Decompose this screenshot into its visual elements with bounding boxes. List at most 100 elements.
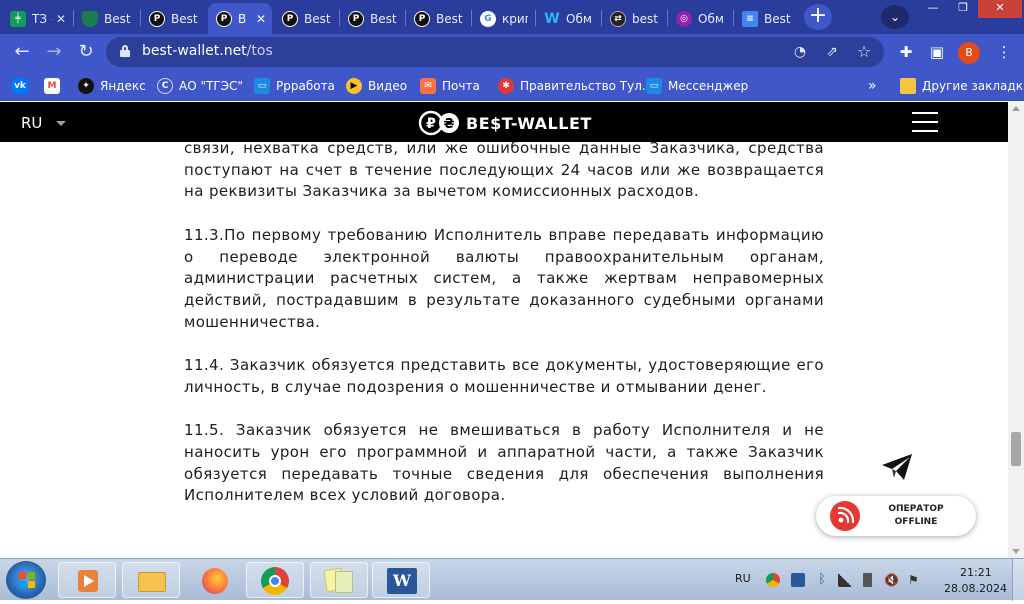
word-icon[interactable]: W	[372, 562, 430, 598]
battery-icon[interactable]	[863, 573, 872, 587]
other-bookmarks[interactable]: Другие закладки	[900, 76, 1024, 96]
bookmark-vk[interactable]: vk	[12, 76, 34, 96]
google-icon: G	[480, 10, 496, 27]
tab-title: Best	[171, 11, 198, 26]
share-icon[interactable]: ⇗	[822, 42, 842, 62]
logo-text: BE$T-WALLET	[466, 113, 592, 133]
bookmark-label: Ррработа	[276, 79, 335, 93]
app-tray-icon[interactable]	[791, 573, 805, 587]
tab-google[interactable]: G криг	[472, 3, 534, 34]
broadcast-icon	[830, 501, 860, 531]
tab-best-docs[interactable]: ≡ Best	[734, 3, 798, 34]
scroll-up-icon[interactable]	[1012, 106, 1020, 111]
bookmark-rabota[interactable]: ▭ Ррработа	[254, 76, 335, 96]
speed-icon[interactable]: ◔	[790, 42, 810, 62]
bookmark-video[interactable]: ▶ Видео	[346, 76, 407, 96]
shield-icon	[82, 10, 98, 27]
telegram-plane-icon[interactable]	[880, 452, 914, 482]
input-language[interactable]: RU	[735, 572, 751, 585]
firefox-icon[interactable]	[186, 562, 244, 598]
bookmark-tges[interactable]: C АО "ТГЭС"	[157, 76, 243, 96]
mail-icon: ✉	[420, 78, 436, 94]
menu-icon[interactable]: ⋮	[994, 42, 1014, 62]
network-signal-icon[interactable]	[838, 573, 852, 587]
tab-best-6[interactable]: ⇄ best	[602, 3, 666, 34]
bookmark-gmail[interactable]: M	[44, 76, 66, 96]
minimize-button[interactable]: —	[918, 0, 948, 18]
volume-muted-icon[interactable]: 🔇	[884, 573, 899, 587]
bookmark-label: Другие закладки	[922, 79, 1024, 93]
hamburger-menu-icon[interactable]	[912, 112, 938, 132]
close-icon[interactable]: ✕	[56, 12, 66, 26]
forward-button[interactable]: →	[42, 40, 66, 64]
bookmark-label: Мессенджер	[668, 79, 749, 93]
lock-icon[interactable]	[120, 45, 130, 57]
play-icon: ▶	[346, 78, 362, 94]
tab-obm-2[interactable]: ◎ Обм	[668, 3, 732, 34]
reload-button[interactable]: ↻	[74, 40, 98, 64]
bookmark-pochta[interactable]: ✉ Почта	[420, 76, 480, 96]
bestwallet-icon: P	[216, 10, 232, 27]
tab-best-3[interactable]: P Best	[274, 3, 338, 34]
bookmark-gov[interactable]: ✱ Правительство Тул...	[498, 76, 653, 96]
yandex-icon: ✦	[78, 78, 94, 94]
operator-chat-widget[interactable]: ОПЕРАТОР OFFLINE	[816, 496, 976, 536]
bookmark-yandex[interactable]: ✦ Яндекс	[78, 76, 146, 96]
address-toolbar: ← → ↻ best-wallet.net/tos ◔ ⇗ ☆ ✚ ▣ B ⋮	[0, 34, 1024, 70]
notes-icon[interactable]	[310, 562, 368, 598]
language-selector[interactable]: RU	[21, 114, 42, 132]
tab-search-button[interactable]: ⌄	[881, 5, 909, 29]
tab-title: криг	[502, 11, 528, 26]
terms-document: связи, нехватка средств, или же ошибочны…	[184, 142, 824, 529]
action-center-flag-icon[interactable]: ⚑	[908, 573, 922, 587]
media-player-icon[interactable]	[58, 562, 116, 598]
start-button[interactable]	[6, 561, 46, 599]
address-bar[interactable]: best-wallet.net/tos ◔ ⇗ ☆	[106, 37, 884, 67]
bookmark-messenger[interactable]: ▭ Мессенджер	[646, 76, 748, 96]
show-desktop-button[interactable]	[1012, 559, 1024, 601]
bestwallet-icon: P	[414, 10, 430, 27]
tab-title: ТЗ –	[32, 11, 52, 26]
back-button[interactable]: ←	[10, 40, 34, 64]
file-explorer-icon[interactable]	[122, 562, 180, 598]
tab-best-4[interactable]: P Best	[340, 3, 404, 34]
clock-date[interactable]: 28.08.2024	[944, 582, 1007, 595]
restore-button[interactable]: ❐	[948, 0, 978, 18]
scroll-down-icon[interactable]	[1012, 549, 1020, 554]
scroll-thumb[interactable]	[1011, 432, 1021, 466]
tab-title: B	[238, 11, 247, 26]
tab-tz[interactable]: ╪ ТЗ – ✕	[2, 3, 72, 34]
tab-obm-1[interactable]: W Обм	[536, 3, 600, 34]
close-icon[interactable]: ✕	[256, 12, 266, 26]
bestwallet-logo-icon: ₽ ₴	[418, 110, 464, 136]
tab-title: Обм	[698, 11, 724, 26]
paragraph: 11.4. Заказчик обязуется представить все…	[184, 356, 824, 396]
tges-icon: C	[157, 78, 173, 94]
tab-best-2[interactable]: P Best	[141, 3, 207, 34]
bookmark-star-icon[interactable]: ☆	[854, 42, 874, 62]
docs-icon: ≡	[742, 10, 758, 27]
site-logo[interactable]: ₽ ₴ BE$T-WALLET	[418, 110, 592, 136]
paragraph: связи, нехватка средств, или же ошибочны…	[184, 142, 824, 201]
chevron-down-icon[interactable]	[56, 121, 66, 126]
url-text[interactable]: best-wallet.net/tos	[142, 43, 273, 59]
operator-label: ОПЕРАТОР	[888, 504, 944, 514]
chrome-tray-icon[interactable]	[766, 573, 780, 587]
chrome-icon[interactable]	[246, 562, 304, 598]
tab-best-1[interactable]: Best	[74, 3, 139, 34]
tab-title: best	[632, 11, 658, 26]
side-panel-icon[interactable]: ▣	[927, 42, 947, 62]
profile-avatar[interactable]: B	[958, 42, 980, 64]
tab-best-5[interactable]: P Best	[406, 3, 470, 34]
tab-active[interactable]: P B ✕	[208, 3, 272, 34]
more-bookmarks-button[interactable]: »	[868, 76, 877, 96]
page-scrollbar[interactable]	[1008, 102, 1024, 558]
close-window-button[interactable]: ✕	[978, 0, 1022, 18]
bookmarks-bar: vk M ✦ Яндекс C АО "ТГЭС" ▭ Ррработа ▶ В…	[0, 70, 1024, 101]
bookmark-label: Почта	[442, 79, 480, 93]
clock-time[interactable]: 21:21	[960, 566, 992, 579]
extensions-icon[interactable]: ✚	[896, 42, 916, 62]
tab-title: Best	[436, 11, 463, 26]
new-tab-button[interactable]: +	[804, 4, 832, 30]
bluetooth-icon[interactable]: ᛒ	[815, 573, 829, 587]
